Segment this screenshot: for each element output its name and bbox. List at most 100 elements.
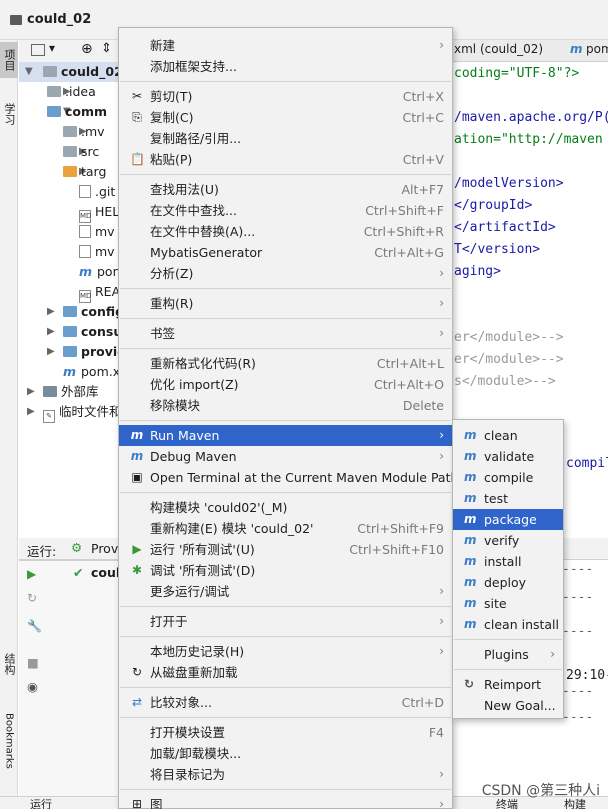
- menu-item[interactable]: ⇄ 比较对象... Ctrl+D: [119, 692, 452, 713]
- chevron-right-icon[interactable]: ▶: [47, 302, 55, 322]
- menu-separator: [120, 288, 451, 289]
- menu-item[interactable]: 打开模块设置 F4: [119, 722, 452, 743]
- menu-item[interactable]: ↻ 从磁盘重新加载: [119, 662, 452, 683]
- submenu-item[interactable]: m compile: [453, 467, 563, 488]
- menu-item-label: 本地历史记录(H): [150, 644, 245, 659]
- menu-item-shortcut: Ctrl+Alt+G: [374, 245, 444, 260]
- chevron-right-icon[interactable]: ▶: [27, 402, 35, 422]
- chevron-right-icon: ›: [439, 797, 444, 809]
- menu-item-label: 重新格式化代码(R): [150, 356, 256, 371]
- menu-item-label: Open Terminal at the Current Maven Modul…: [150, 470, 459, 485]
- submenu-item[interactable]: m test: [453, 488, 563, 509]
- menu-item-icon: ▶: [132, 542, 142, 556]
- menu-item[interactable]: 查找用法(U) Alt+F7: [119, 179, 452, 200]
- submenu-item-label: New Goal...: [484, 698, 556, 713]
- submenu-item[interactable]: m deploy: [453, 572, 563, 593]
- run-label: 运行:: [27, 544, 57, 559]
- menu-item[interactable]: 重新格式化代码(R) Ctrl+Alt+L: [119, 353, 452, 374]
- locate-icon[interactable]: ⊕: [81, 41, 93, 57]
- menu-item-label: Run Maven: [150, 428, 220, 443]
- tab-project[interactable]: 项目: [0, 42, 18, 78]
- bottom-tab-run[interactable]: 运行: [30, 796, 52, 809]
- submenu-item[interactable]: m clean install: [453, 614, 563, 635]
- menu-item[interactable]: ⊞ 图 ›: [119, 794, 452, 809]
- menu-item[interactable]: 将目录标记为 ›: [119, 764, 452, 785]
- menu-item[interactable]: ⎘ 复制(C) Ctrl+C: [119, 107, 452, 128]
- submenu-item[interactable]: m clean: [453, 425, 563, 446]
- submenu-item[interactable]: m package: [453, 509, 563, 530]
- menu-item[interactable]: ▶ 运行 '所有测试'(U) Ctrl+Shift+F10: [119, 539, 452, 560]
- collapse-icon[interactable]: ⇕: [101, 41, 112, 56]
- tab-pom[interactable]: pom: [586, 42, 608, 56]
- menu-item[interactable]: 优化 import(Z) Ctrl+Alt+O: [119, 374, 452, 395]
- submenu-item[interactable]: ↻ Reimport: [453, 674, 563, 695]
- menu-item[interactable]: 更多运行/调试 ›: [119, 581, 452, 602]
- submenu-item[interactable]: m install: [453, 551, 563, 572]
- run-tab-provider[interactable]: Prov: [91, 541, 118, 556]
- run-icon[interactable]: ▶: [27, 567, 36, 581]
- menu-item[interactable]: 本地历史记录(H) ›: [119, 641, 452, 662]
- menu-item[interactable]: 书签 ›: [119, 323, 452, 344]
- menu-item[interactable]: 分析(Z) ›: [119, 263, 452, 284]
- folder-icon: [63, 326, 77, 337]
- menu-item[interactable]: 添加框架支持...: [119, 56, 452, 77]
- chevron-right-icon[interactable]: ▶: [27, 382, 35, 402]
- tree-root[interactable]: ▼ could_02: [19, 62, 123, 82]
- code-line: ation="http://maven: [454, 132, 603, 147]
- watermark: CSDN @第三种人i: [481, 783, 600, 799]
- submenu-item[interactable]: m verify: [453, 530, 563, 551]
- menu-item[interactable]: 重构(R) ›: [119, 293, 452, 314]
- rerun-icon[interactable]: ↻: [27, 591, 37, 605]
- tab-pom-xml[interactable]: xml (could_02): [454, 42, 543, 56]
- wrench-icon[interactable]: 🔧: [27, 619, 42, 633]
- menu-item[interactable]: 构建模块 'could02'(_M): [119, 497, 452, 518]
- submenu-item[interactable]: m site: [453, 593, 563, 614]
- tree-item-label: comm: [65, 104, 108, 119]
- menu-item[interactable]: 移除模块 Delete: [119, 395, 452, 416]
- menu-item[interactable]: ▣ Open Terminal at the Current Maven Modu…: [119, 467, 458, 488]
- tree-item-label: mv: [95, 244, 115, 259]
- menu-item[interactable]: 在文件中查找... Ctrl+Shift+F: [119, 200, 452, 221]
- menu-item[interactable]: 新建 ›: [119, 35, 452, 56]
- tab-bookmarks[interactable]: Bookmarks: [0, 706, 18, 776]
- menu-item[interactable]: 加载/卸载模块...: [119, 743, 452, 764]
- code-line: er</module>-->: [454, 330, 564, 345]
- project-tree: ▼ could_02 ▶ .idea ▼ comm ▶ .mv ▶ src ▶ targ .git M…: [19, 62, 126, 427]
- scratch-icon: ✎: [43, 410, 55, 423]
- menu-item[interactable]: 重新构建(E) 模块 'could_02' Ctrl+Shift+F9: [119, 518, 452, 539]
- menu-item-icon: ▣: [131, 470, 143, 484]
- menu-item-shortcut: Delete: [402, 398, 444, 413]
- chevron-right-icon[interactable]: ▶: [47, 342, 55, 362]
- tree-item-label: pom.x: [81, 364, 121, 379]
- tab-learn[interactable]: 学习: [0, 96, 18, 132]
- menu-item[interactable]: 复制路径/引用...: [119, 128, 452, 149]
- menu-item[interactable]: m Run Maven ›: [119, 425, 452, 446]
- menu-item-label: 分析(Z): [150, 266, 194, 281]
- menu-item-shortcut: Ctrl+Alt+O: [374, 377, 444, 392]
- tab-structure[interactable]: 结构: [0, 646, 18, 682]
- project-view-icon[interactable]: [31, 44, 45, 56]
- tree-item-label: 外部库: [61, 384, 99, 399]
- menu-item[interactable]: 打开于 ›: [119, 611, 452, 632]
- menu-item-icon: 📋: [130, 152, 145, 166]
- chevron-down-icon[interactable]: ▾: [49, 41, 55, 55]
- stop-icon[interactable]: ■: [27, 655, 39, 670]
- menu-item[interactable]: MybatisGenerator Ctrl+Alt+G: [119, 242, 452, 263]
- submenu-item-label: verify: [484, 533, 520, 548]
- menu-item[interactable]: 在文件中替换(A)... Ctrl+Shift+R: [119, 221, 452, 242]
- menu-item[interactable]: m Debug Maven ›: [119, 446, 452, 467]
- submenu-item[interactable]: m validate: [453, 446, 563, 467]
- menu-item-icon: ↻: [131, 665, 143, 679]
- menu-item[interactable]: ✱ 调试 '所有测试'(D): [119, 560, 452, 581]
- menu-item[interactable]: 📋 粘贴(P) Ctrl+V: [119, 149, 452, 170]
- maven-goal-icon: m: [464, 428, 477, 442]
- submenu-item[interactable]: New Goal...: [453, 695, 563, 716]
- submenu-item[interactable]: Plugins ›: [453, 644, 563, 665]
- eye-icon[interactable]: ◉: [27, 679, 38, 694]
- run-item[interactable]: coul: [91, 565, 120, 580]
- chevron-right-icon[interactable]: ▶: [47, 322, 55, 342]
- chevron-right-icon: ›: [439, 326, 444, 340]
- menu-item-label: 图: [150, 797, 163, 809]
- run-maven-submenu: m clean m validate m compile m test m package m ver…: [452, 419, 564, 719]
- menu-item[interactable]: ✂ 剪切(T) Ctrl+X: [119, 86, 452, 107]
